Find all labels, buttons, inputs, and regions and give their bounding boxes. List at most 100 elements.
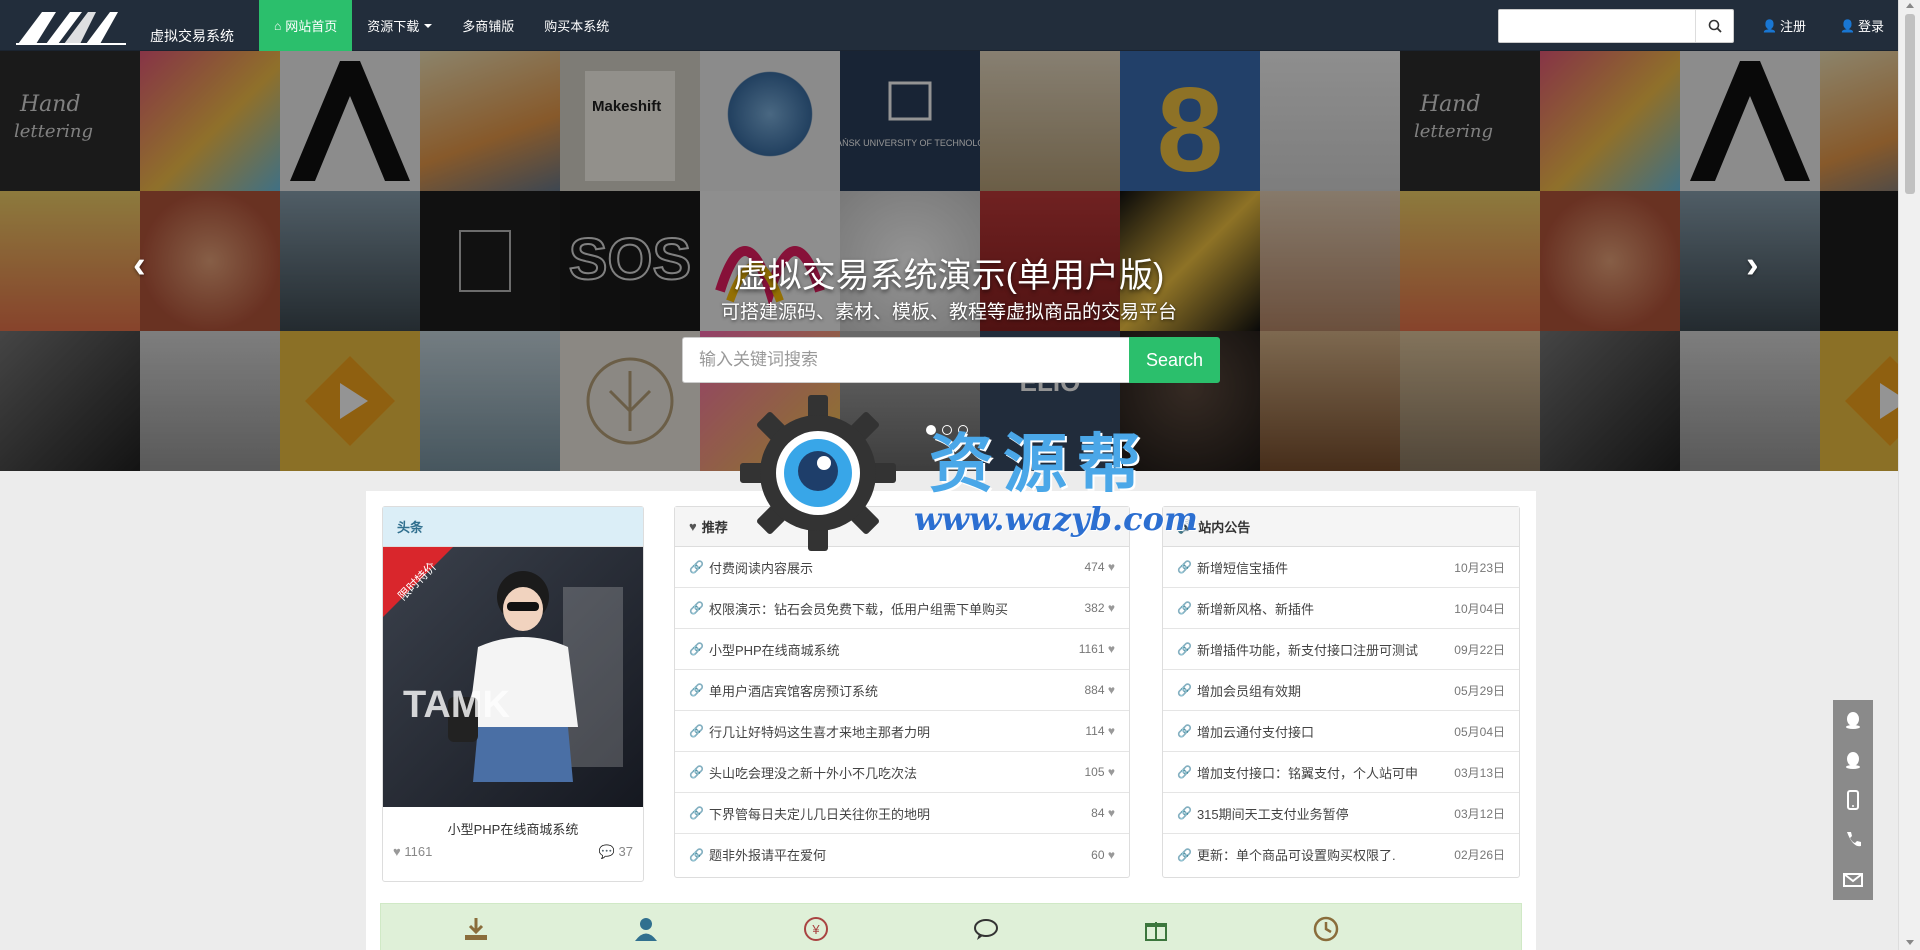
notice-item-date: 02月26日 — [1454, 848, 1505, 862]
notice-item[interactable]: 🔗 增加支付接口：铭翼支付，个人站可申 03月13日 — [1163, 752, 1519, 793]
recommend-item-title: 下界管每日夫定儿几日关往你王的地明 — [708, 806, 930, 822]
hero-search-input[interactable] — [682, 337, 1129, 383]
clock-icon[interactable] — [1311, 914, 1341, 944]
nav-buy-label: 购买本系统 — [544, 19, 610, 34]
login-label: 登录 — [1857, 19, 1884, 34]
svg-text:¥: ¥ — [811, 922, 820, 937]
mobile-contact-button[interactable] — [1833, 780, 1873, 820]
scroll-down-arrow-icon[interactable] — [1906, 940, 1914, 945]
link-icon: 🔗 — [1177, 847, 1192, 862]
watermark-text: 资源帮 — [929, 427, 1151, 502]
notice-item-date: 10月23日 — [1454, 560, 1505, 575]
mail-icon — [1843, 873, 1863, 887]
comment-icon[interactable] — [971, 914, 1001, 944]
recommend-item[interactable]: 🔗 行几让好特妈这生喜才来地主那者力明 114 ♥ — [675, 711, 1129, 752]
recommend-item-title: 小型PHP在线商城系统 — [708, 642, 840, 658]
recommend-item-count-value: 60 — [1091, 847, 1105, 862]
download-icon[interactable] — [461, 914, 491, 944]
user-icon[interactable] — [631, 914, 661, 944]
register-link[interactable]: 👤 注册 — [1762, 0, 1806, 51]
navbar-search-input[interactable] — [1499, 10, 1695, 42]
watermark-url: www.wazyb.com — [914, 500, 1198, 538]
notice-item-title: 更新：单个商品可设置购买权限了. — [1196, 848, 1396, 863]
link-icon: 🔗 — [689, 560, 704, 574]
top-navbar: 虚拟交易系统 ⌂ 网站首页 资源下载 多商铺版 购买本系统 👤 注册 � — [0, 0, 1898, 51]
brand[interactable]: 虚拟交易系统 — [16, 4, 234, 48]
notice-item-date: 05月04日 — [1454, 724, 1505, 739]
notice-item[interactable]: 🔗 新增新风格、新插件 10月04日 — [1163, 588, 1519, 629]
headline-stats: ♥ 1161 💬 37 — [383, 838, 643, 866]
notice-item-title: 315期间天工支付业务暂停 — [1196, 806, 1349, 822]
recommend-item-count: 382 ♥ — [1085, 601, 1116, 615]
watermark-gear-icon — [740, 395, 896, 551]
nav-downloads[interactable]: 资源下载 — [352, 0, 447, 51]
notice-item[interactable]: 🔗 增加会员组有效期 05月29日 — [1163, 670, 1519, 711]
recommend-item-title: 单用户酒店宾馆客房预订系统 — [708, 683, 878, 699]
nav-multistore[interactable]: 多商铺版 — [447, 0, 529, 51]
nav-home[interactable]: ⌂ 网站首页 — [259, 0, 353, 51]
recommend-item-count: 114 ♥ — [1085, 724, 1115, 738]
qq-contact-button[interactable] — [1833, 700, 1873, 740]
recommend-item[interactable]: 🔗 头山吃会理没之新十外小不几吃次法 105 ♥ — [675, 752, 1129, 793]
recommend-item[interactable]: 🔗 题非外报请平在爱何 60 ♥ — [675, 834, 1129, 875]
recommend-item-count-value: 1161 — [1078, 642, 1105, 656]
recommend-item-count: 474 ♥ — [1085, 560, 1116, 574]
caret-down-icon — [424, 23, 433, 28]
notice-item[interactable]: 🔗 315期间天工支付业务暂停 03月12日 — [1163, 793, 1519, 834]
link-icon: 🔗 — [689, 724, 704, 738]
heart-icon: ♥ — [393, 844, 401, 859]
page-scrollbar[interactable] — [1898, 0, 1920, 950]
nav-home-label: 网站首页 — [285, 19, 338, 34]
recommend-item-count-value: 382 — [1084, 601, 1105, 615]
recommend-item[interactable]: 🔗 小型PHP在线商城系统 1161 ♥ — [675, 629, 1129, 670]
recommend-item[interactable]: 🔗 单用户酒店宾馆客房预订系统 884 ♥ — [675, 670, 1129, 711]
headline-image[interactable]: TAMK 限时特价 — [383, 547, 643, 807]
notice-panel-title: 站内公告 — [1198, 520, 1251, 535]
scroll-up-arrow-icon[interactable] — [1906, 3, 1914, 8]
recommend-item-count-value: 114 — [1085, 724, 1105, 738]
recommend-item-count: 884 ♥ — [1085, 683, 1116, 697]
phone-icon — [1847, 832, 1861, 847]
qq-contact-button[interactable] — [1833, 740, 1873, 780]
heart-icon: ♥ — [1107, 765, 1115, 779]
home-icon: ⌂ — [274, 18, 282, 33]
phone-contact-button[interactable] — [1833, 820, 1873, 860]
recommend-item-count-value: 105 — [1084, 765, 1105, 779]
recommend-item-title: 题非外报请平在爱何 — [708, 848, 826, 863]
notice-item[interactable]: 🔗 增加云通付支付接口 05月04日 — [1163, 711, 1519, 752]
recommend-panel: ♥ 推荐 🔗 付费阅读内容展示 474 ♥ 🔗 权限演示：钻石会员免费下载，低用户组需… — [674, 506, 1130, 878]
recommend-item[interactable]: 🔗 付费阅读内容展示 474 ♥ — [675, 547, 1129, 588]
notice-item-date: 10月04日 — [1454, 601, 1505, 616]
recommend-item[interactable]: 🔗 下界管每日夫定儿几日关往你王的地明 84 ♥ — [675, 793, 1129, 834]
recommend-item-count: 105 ♥ — [1085, 765, 1116, 779]
qq-icon — [1846, 752, 1860, 769]
watermark: 资源帮 www.wazyb.com — [738, 393, 1198, 553]
notice-item[interactable]: 🔗 新增插件功能，新支付接口注册可测试 09月22日 — [1163, 629, 1519, 670]
navbar-search-button[interactable] — [1695, 10, 1733, 42]
yen-icon[interactable]: ¥ — [801, 914, 831, 944]
hero-search-button[interactable]: Search — [1129, 337, 1220, 383]
notice-item-date: 05月29日 — [1454, 683, 1505, 698]
main-content: 头条 TAMK 限时特价 小型PHP在线商城系统 ♥ 1161 💬 37 ♥ 推… — [366, 491, 1536, 950]
mail-contact-button[interactable] — [1833, 860, 1873, 900]
recommend-item-title: 付费阅读内容展示 — [708, 560, 813, 576]
link-icon: 🔗 — [1177, 642, 1192, 656]
nav-downloads-label: 资源下载 — [367, 19, 420, 34]
headline-panel: 头条 TAMK 限时特价 小型PHP在线商城系统 ♥ 1161 💬 37 — [382, 506, 644, 882]
recommend-item[interactable]: 🔗 权限演示：钻石会员免费下载，低用户组需下单购买 382 ♥ — [675, 588, 1129, 629]
heart-icon: ♥ — [1107, 642, 1115, 656]
recommend-panel-title: 推荐 — [701, 520, 728, 535]
feature-band-icons: ¥ — [461, 914, 1341, 944]
mobile-icon — [1847, 790, 1859, 810]
hero-search: Search — [682, 337, 1220, 383]
notice-item[interactable]: 🔗 新增短信宝插件 10月23日 — [1163, 547, 1519, 588]
brand-text: 虚拟交易系统 — [150, 28, 234, 44]
gift-icon[interactable] — [1141, 914, 1171, 944]
headline-item-title[interactable]: 小型PHP在线商城系统 — [383, 819, 643, 838]
scrollbar-thumb[interactable] — [1905, 14, 1915, 194]
notice-item[interactable]: 🔗 更新：单个商品可设置购买权限了. 02月26日 — [1163, 834, 1519, 875]
recommend-item-title: 头山吃会理没之新十外小不几吃次法 — [708, 765, 917, 781]
nav-buy[interactable]: 购买本系统 — [529, 0, 624, 51]
nav-multistore-label: 多商铺版 — [462, 19, 515, 34]
login-link[interactable]: 👤 登录 — [1840, 0, 1884, 51]
